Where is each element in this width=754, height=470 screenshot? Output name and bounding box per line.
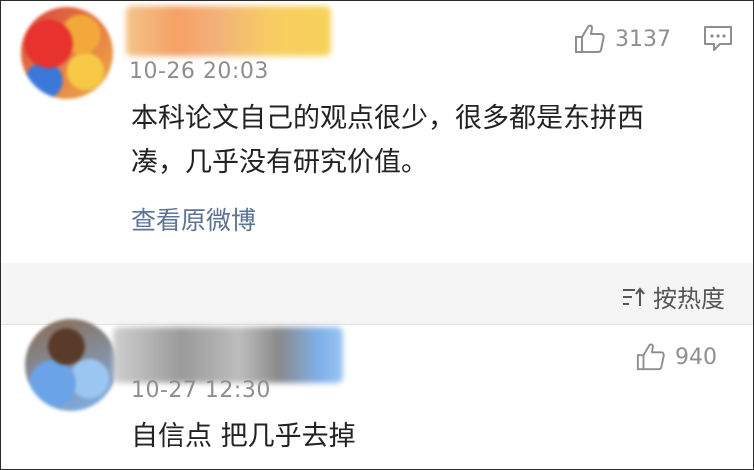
thumbs-up-icon: [575, 24, 605, 53]
comment-text-line: 本科论文自己的观点很少，很多都是东拼西: [131, 103, 644, 134]
comment-text: 本科论文自己的观点很少，很多都是东拼西 凑，几乎没有研究价值。: [131, 97, 721, 185]
view-original-weibo-link[interactable]: 查看原微博: [131, 201, 256, 237]
sort-label: 按热度: [653, 285, 725, 313]
comment-timestamp: 10-26 20:03: [129, 59, 269, 84]
username-blurred[interactable]: [113, 327, 343, 383]
comment-card: 10-26 20:03 3137 本科论文自己的观点很少，很多都是东拼西 凑，几…: [1, 1, 753, 263]
sort-icon: [623, 286, 645, 306]
like-count: 3137: [615, 26, 671, 52]
comment-text-line: 凑，几乎没有研究价值。: [131, 147, 428, 178]
like-button[interactable]: 3137: [573, 23, 671, 55]
divider: [1, 324, 753, 325]
comment-timestamp: 10-27 12:30: [131, 378, 271, 403]
sort-by-hotness-button[interactable]: 按热度: [621, 279, 725, 314]
comment-text: 自信点 把几乎去掉: [131, 421, 356, 452]
like-button[interactable]: 940: [635, 342, 717, 372]
avatar[interactable]: [21, 7, 113, 99]
comment-icon[interactable]: [703, 25, 733, 53]
sort-bar: 按热度: [1, 263, 753, 325]
thumbs-up-icon: [636, 343, 665, 371]
like-count: 940: [675, 344, 717, 370]
avatar[interactable]: [25, 319, 117, 411]
username-blurred[interactable]: [126, 6, 331, 56]
screenshot-frame: 10-26 20:03 3137 本科论文自己的观点很少，很多都是东拼西 凑，几…: [0, 0, 754, 470]
